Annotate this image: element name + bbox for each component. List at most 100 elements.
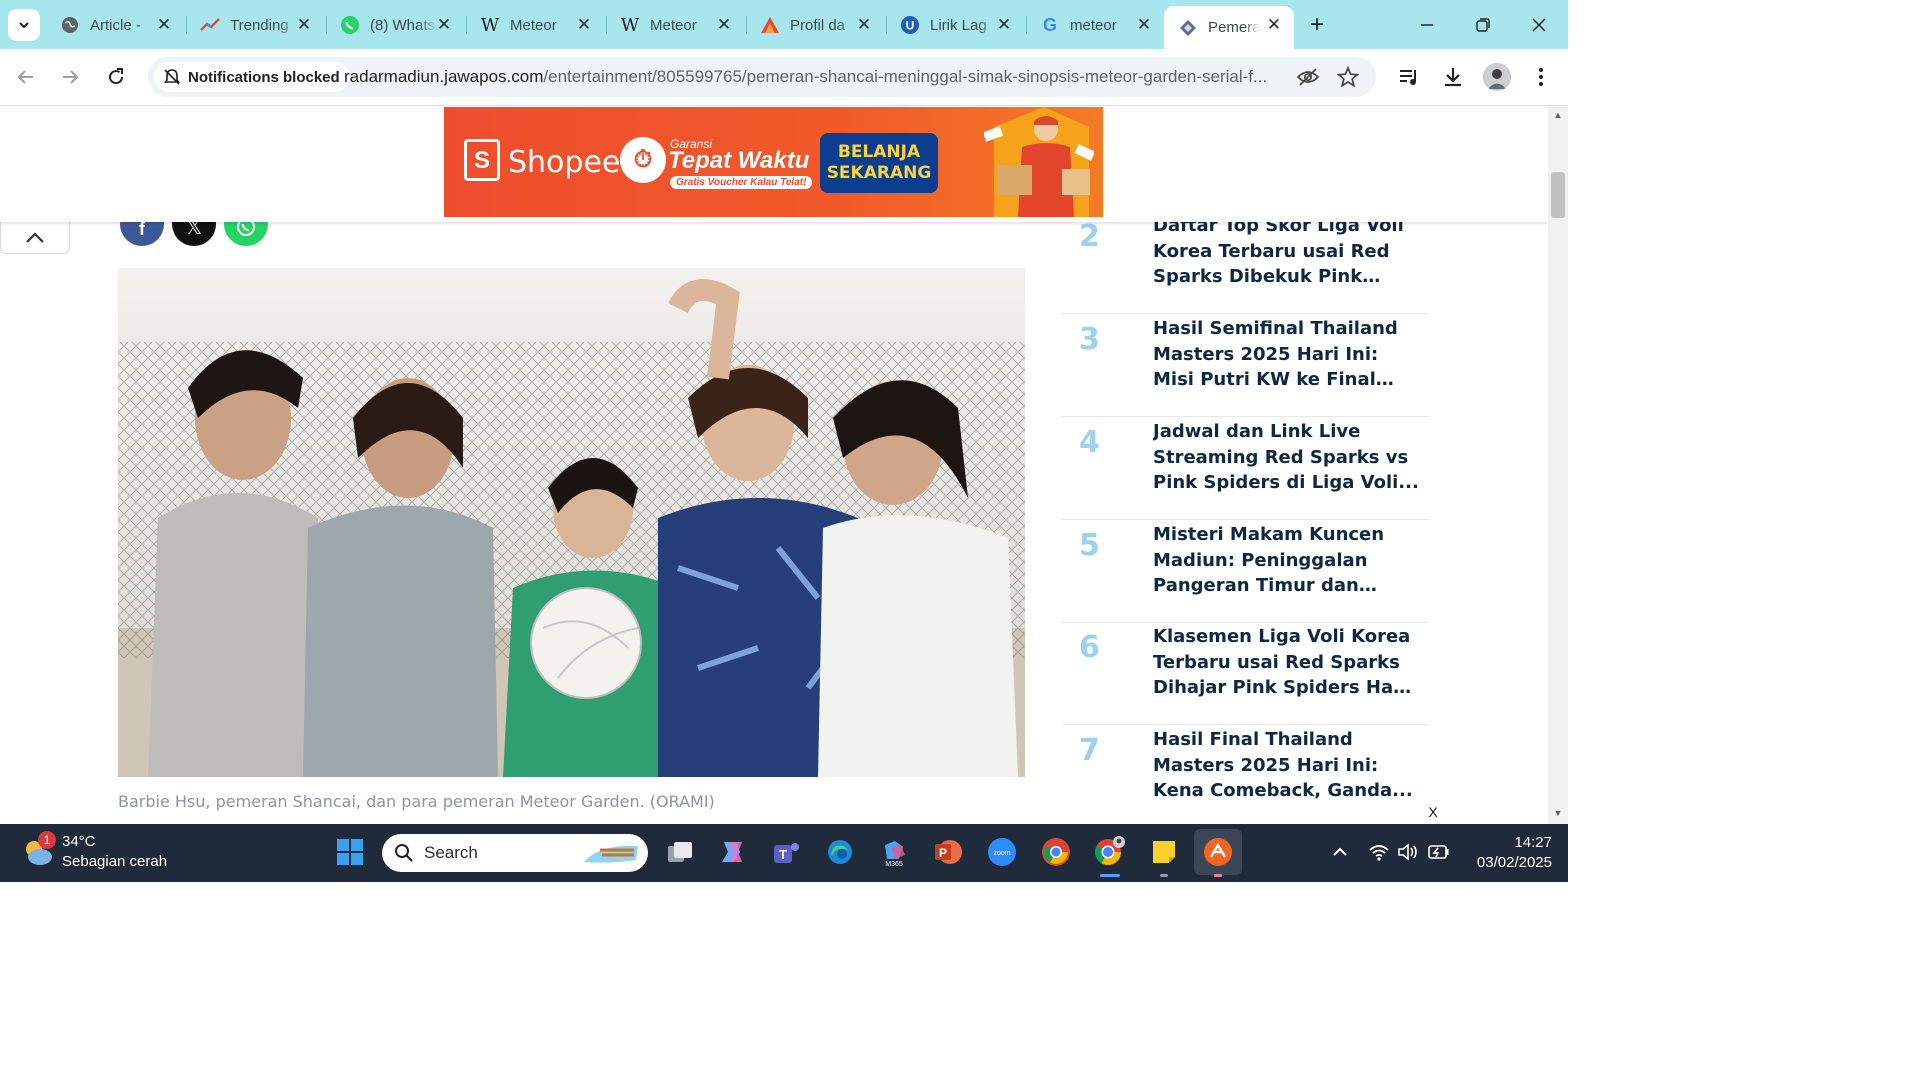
weather-widget[interactable]: 1 34°C Sebagian cerah bbox=[20, 831, 167, 872]
list-rank: 2 bbox=[1079, 219, 1100, 254]
list-item[interactable]: 2 Daftar Top Skor Liga Voli Korea Terbar… bbox=[1061, 211, 1429, 314]
back-arrow-icon[interactable] bbox=[10, 61, 42, 93]
profile-avatar[interactable] bbox=[1483, 63, 1511, 91]
system-clock[interactable]: 14:27 03/02/2025 bbox=[1462, 833, 1552, 873]
tab-profil[interactable]: Profil da ✕ bbox=[746, 6, 884, 44]
app-switcher-icon[interactable] bbox=[1194, 829, 1242, 875]
list-item-title[interactable]: Daftar Top Skor Liga Voli Korea Terbaru … bbox=[1153, 213, 1419, 290]
svg-text:zoom: zoom bbox=[993, 850, 1010, 857]
tab-search-button[interactable] bbox=[8, 9, 40, 41]
list-item-title[interactable]: Misteri Makam Kuncen Madiun: Peninggalan… bbox=[1153, 522, 1419, 599]
tab-article[interactable]: Article - ✕ bbox=[46, 6, 184, 44]
bell-off-icon bbox=[162, 67, 182, 87]
wifi-icon[interactable] bbox=[1367, 840, 1391, 864]
url-text[interactable]: radarmadiun.jawapos.com/entertainment/80… bbox=[344, 67, 1294, 87]
tab-wikipedia-2[interactable]: W Meteor ✕ bbox=[606, 6, 744, 44]
copilot-icon[interactable] bbox=[714, 834, 750, 870]
close-icon[interactable]: ✕ bbox=[294, 15, 314, 35]
list-item-title[interactable]: Hasil Semifinal Thailand Masters 2025 Ha… bbox=[1153, 316, 1419, 393]
task-view-icon[interactable] bbox=[662, 834, 698, 870]
tab-whatsapp[interactable]: (8) WhatsApp ✕ bbox=[326, 6, 464, 44]
list-item-title[interactable]: Klasemen Liga Voli Korea Terbaru usai Re… bbox=[1153, 624, 1419, 701]
tab-pemeran-active[interactable]: Pemeran ✕ bbox=[1164, 6, 1294, 49]
wikipedia-icon: W bbox=[480, 14, 500, 36]
tab-title: Article - bbox=[90, 16, 141, 34]
taskbar-search-box[interactable]: Search bbox=[382, 834, 648, 872]
hero-photo-illustration bbox=[118, 268, 1025, 777]
ad-cta-button[interactable]: BELANJA SEKARANG bbox=[820, 133, 938, 193]
list-item-title[interactable]: Jadwal dan Link Live Streaming Red Spark… bbox=[1153, 419, 1419, 496]
tab-trending[interactable]: Trending ✕ bbox=[186, 6, 324, 44]
list-item-title[interactable]: Hasil Final Thailand Masters 2025 Hari I… bbox=[1153, 727, 1419, 804]
star-icon[interactable] bbox=[1336, 65, 1360, 89]
edge-icon[interactable] bbox=[822, 834, 858, 870]
scrollbar-thumb[interactable] bbox=[1551, 172, 1565, 218]
svg-text:P: P bbox=[939, 846, 947, 860]
close-icon[interactable]: ✕ bbox=[1134, 15, 1154, 35]
windows-start-icon[interactable] bbox=[332, 834, 368, 870]
wikipedia-icon: W bbox=[620, 14, 640, 36]
kebab-menu-icon[interactable] bbox=[1527, 63, 1555, 91]
list-item[interactable]: 5 Misteri Makam Kuncen Madiun: Peninggal… bbox=[1061, 520, 1429, 623]
eye-slash-icon[interactable] bbox=[1296, 65, 1320, 89]
list-item[interactable]: 6 Klasemen Liga Voli Korea Terbaru usai … bbox=[1061, 622, 1429, 725]
tab-lirik[interactable]: U Lirik Lag ✕ bbox=[886, 6, 1024, 44]
m365-icon[interactable]: M365 bbox=[876, 834, 912, 870]
back-to-top-button[interactable] bbox=[0, 222, 70, 254]
tab-title: Trending bbox=[230, 16, 289, 34]
google-icon: G bbox=[1042, 14, 1057, 35]
clock-time: 14:27 bbox=[1514, 834, 1552, 851]
tab-title: Lirik Lag bbox=[930, 16, 987, 34]
weather-partly-sunny-icon: 1 bbox=[20, 831, 56, 869]
page-viewport: S Shopee ⏱ Garansi Tepat Waktu Gratis Vo… bbox=[0, 106, 1548, 824]
close-icon[interactable]: ✕ bbox=[574, 15, 594, 35]
svg-text:M365: M365 bbox=[885, 861, 903, 867]
tab-title: meteor bbox=[1070, 16, 1117, 34]
tab-google[interactable]: G meteor ✕ bbox=[1026, 6, 1164, 44]
tab-wikipedia-1[interactable]: W Meteor ✕ bbox=[466, 6, 604, 44]
tab-title: (8) WhatsApp bbox=[370, 16, 438, 34]
site-icon bbox=[1178, 18, 1198, 38]
list-item[interactable]: 4 Jadwal dan Link Live Streaming Red Spa… bbox=[1061, 417, 1429, 520]
minimize-icon[interactable] bbox=[1412, 10, 1442, 40]
sticky-notes-icon[interactable] bbox=[1146, 834, 1182, 870]
chrome-icon[interactable] bbox=[1038, 834, 1074, 870]
ad-close-button[interactable]: X bbox=[1418, 800, 1448, 824]
list-item[interactable]: 3 Hasil Semifinal Thailand Masters 2025 … bbox=[1061, 314, 1429, 417]
whatsapp-icon bbox=[340, 15, 360, 35]
battery-icon[interactable] bbox=[1426, 840, 1450, 864]
download-icon[interactable] bbox=[1439, 63, 1467, 91]
tab-strip: Article - ✕ Trending ✕ (8) WhatsApp ✕ W … bbox=[0, 0, 1568, 49]
scroll-up-arrow-icon[interactable]: ▲ bbox=[1553, 110, 1563, 120]
forward-arrow-icon[interactable] bbox=[54, 61, 86, 93]
ad-cta-line1: BELANJA bbox=[837, 142, 921, 162]
page-scrollbar[interactable]: ▲ ▼ bbox=[1548, 106, 1568, 824]
close-icon[interactable]: ✕ bbox=[854, 15, 874, 35]
teams-icon[interactable]: T bbox=[768, 834, 804, 870]
list-item[interactable]: 7 Hasil Final Thailand Masters 2025 Hari… bbox=[1061, 725, 1429, 824]
volume-icon[interactable] bbox=[1396, 840, 1420, 864]
address-bar[interactable]: Notifications blocked radarmadiun.jawapo… bbox=[148, 57, 1376, 97]
close-icon[interactable]: ✕ bbox=[154, 15, 174, 35]
zoom-icon[interactable]: zoom bbox=[984, 834, 1020, 870]
running-indicator bbox=[1214, 874, 1222, 877]
scroll-down-arrow-icon[interactable]: ▼ bbox=[1553, 808, 1563, 818]
close-icon[interactable]: ✕ bbox=[1264, 15, 1284, 35]
shopee-ad-banner[interactable]: S Shopee ⏱ Garansi Tepat Waktu Gratis Vo… bbox=[444, 107, 1103, 217]
chevron-up-icon[interactable] bbox=[1328, 840, 1352, 864]
notifications-blocked-chip[interactable]: Notifications blocked bbox=[154, 62, 350, 92]
close-icon[interactable]: ✕ bbox=[434, 15, 454, 35]
new-tab-plus-icon[interactable]: + bbox=[1304, 12, 1330, 38]
close-icon[interactable]: ✕ bbox=[714, 15, 734, 35]
close-icon[interactable]: ✕ bbox=[994, 15, 1014, 35]
reload-icon[interactable] bbox=[100, 61, 132, 93]
ad-headline: Tepat Waktu bbox=[668, 147, 810, 174]
list-rank: 7 bbox=[1079, 733, 1100, 768]
close-window-icon[interactable] bbox=[1524, 10, 1554, 40]
chevron-down-icon bbox=[19, 22, 29, 29]
article-hero-photo bbox=[118, 268, 1025, 777]
media-controls-icon[interactable] bbox=[1395, 63, 1423, 91]
chrome-profile-icon[interactable] bbox=[1092, 834, 1128, 870]
restore-icon[interactable] bbox=[1468, 10, 1498, 40]
powerpoint-icon[interactable]: P bbox=[930, 834, 966, 870]
